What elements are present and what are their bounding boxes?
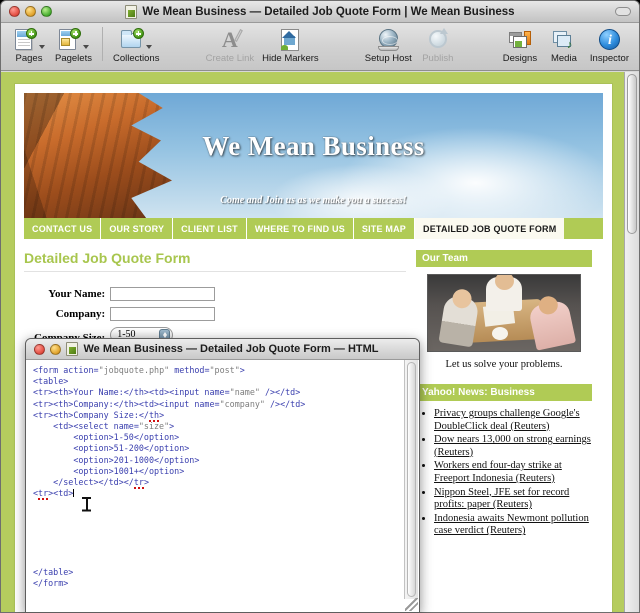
pages-icon: [13, 28, 37, 52]
collections-icon: [120, 28, 145, 52]
toolbar-toggle-button[interactable]: [615, 7, 631, 16]
toolbar-label-setup-host: Setup Host: [364, 53, 412, 64]
list-item: Workers end four-day strike at Freeport …: [434, 460, 592, 485]
code-window-resize-grip[interactable]: [405, 598, 418, 611]
news-link[interactable]: Privacy groups challenge Google's Double…: [434, 408, 580, 432]
nav-item-where-to-find-us[interactable]: WHERE TO FIND US: [247, 218, 354, 239]
toolbar-label-pages: Pages: [15, 53, 43, 64]
code-close-button[interactable]: [34, 343, 45, 355]
news-link[interactable]: Workers end four-day strike at Freeport …: [434, 460, 562, 484]
collections-dropdown-caret[interactable]: [146, 45, 153, 49]
code-zoom-button[interactable]: [66, 343, 77, 355]
publish-icon: [426, 28, 450, 52]
code-window-title: We Mean Business — Detailed Job Quote Fo…: [83, 343, 379, 355]
code-scrollbar-thumb[interactable]: [407, 362, 416, 597]
toolbar-label-hide-markers: Hide Markers: [262, 53, 319, 64]
your-name-input[interactable]: [110, 287, 216, 301]
list-item: Privacy groups challenge Google's Double…: [434, 408, 592, 433]
pagelets-dropdown-caret[interactable]: [83, 45, 90, 49]
window-traffic-lights: [9, 6, 52, 17]
toolbar-button-create-link[interactable]: A Create Link: [202, 25, 259, 65]
toolbar-separator-1: [101, 27, 103, 61]
news-list: Privacy groups challenge Google's Double…: [416, 408, 592, 538]
sidebar-heading-our-team: Our Team: [416, 250, 592, 267]
code-window-titlebar[interactable]: We Mean Business — Detailed Job Quote Fo…: [26, 339, 419, 360]
html-source-text[interactable]: <form action="jobquote.php" method="post…: [33, 365, 397, 589]
toolbar-button-hide-markers[interactable]: Hide Markers: [258, 25, 323, 64]
canvas-vertical-scrollbar[interactable]: [624, 72, 639, 612]
news-link[interactable]: Dow nears 13,000 on strong earnings (Reu…: [434, 434, 591, 458]
canvas-scrollbar-thumb[interactable]: [627, 74, 637, 234]
sidebar-column: Our Team Let us solve your problems. Yah…: [416, 250, 592, 539]
nav-item-contact-us[interactable]: CONTACT US: [24, 218, 102, 239]
toolbar-label-collections: Collections: [112, 53, 160, 64]
pages-dropdown-caret[interactable]: [39, 45, 45, 49]
window-title-group: We Mean Business — Detailed Job Quote Fo…: [1, 1, 639, 22]
toolbar-label-pagelets: Pagelets: [55, 53, 92, 64]
toolbar-label-publish: Publish: [422, 53, 454, 64]
toolbar-button-inspector[interactable]: i Inspector: [586, 25, 633, 64]
list-item: Dow nears 13,000 on strong earnings (Reu…: [434, 434, 592, 459]
site-tagline: Come and Join us as we make you a succes…: [220, 195, 407, 206]
nav-item-client-list[interactable]: CLIENT LIST: [173, 218, 247, 239]
list-item: Indonesia awaits Newmont pollution case …: [434, 513, 592, 538]
setup-host-icon: [376, 28, 400, 52]
company-input[interactable]: [110, 307, 216, 321]
team-photo-caption: Let us solve your problems.: [445, 359, 563, 370]
pagelets-icon: [57, 28, 82, 52]
nav-item-our-story[interactable]: OUR STORY: [101, 218, 174, 239]
news-link[interactable]: Nippon Steel, JFE set for record profits…: [434, 487, 569, 511]
hide-markers-icon: [278, 28, 302, 52]
toolbar-label-create-link: Create Link: [205, 53, 255, 64]
toolbar-label-designs: Designs: [502, 53, 538, 64]
media-icon: ♪: [552, 28, 576, 52]
list-item: Nippon Steel, JFE set for record profits…: [434, 487, 592, 512]
window-title: We Mean Business — Detailed Job Quote Fo…: [142, 5, 515, 18]
nav-filler: [565, 218, 603, 239]
toolbar-button-collections[interactable]: Collections: [109, 25, 163, 64]
create-link-icon: A: [218, 28, 243, 52]
sidebar-heading-yahoo-news: Yahoo! News: Business: [416, 384, 592, 401]
code-minimize-button[interactable]: [50, 343, 61, 355]
designs-icon: [508, 28, 532, 52]
document-icon: [125, 4, 138, 19]
minimize-button[interactable]: [25, 6, 36, 17]
toolbar-button-pagelets[interactable]: Pagelets: [51, 25, 96, 64]
toolbar-button-pages[interactable]: Pages: [7, 25, 51, 64]
label-your-name: Your Name:: [48, 288, 106, 300]
toolbar-button-publish[interactable]: Publish: [416, 25, 460, 64]
code-window-traffic-lights: [34, 343, 77, 355]
toolbar-label-media: Media: [550, 53, 577, 64]
toolbar-button-media[interactable]: ♪ Media: [542, 25, 586, 64]
form-row-your-name: Your Name:: [34, 284, 216, 304]
site-title: We Mean Business: [202, 131, 425, 161]
zoom-button[interactable]: [41, 6, 52, 17]
html-source-window: We Mean Business — Detailed Job Quote Fo…: [25, 338, 420, 613]
form-row-company: Company:: [34, 304, 216, 324]
team-photo: [427, 274, 581, 352]
inspector-icon: i: [597, 28, 621, 52]
close-button[interactable]: [9, 6, 20, 17]
code-vertical-scrollbar[interactable]: [404, 360, 418, 599]
nav-item-site-map[interactable]: SITE MAP: [354, 218, 416, 239]
news-link[interactable]: Indonesia awaits Newmont pollution case …: [434, 513, 589, 537]
toolbar-button-designs[interactable]: Designs: [498, 25, 542, 64]
page-heading: Detailed Job Quote Form: [24, 250, 406, 272]
code-editor-body[interactable]: <form action="jobquote.php" method="post…: [26, 360, 419, 612]
site-banner: We Mean Business Come and Join us as we …: [24, 93, 603, 218]
label-company: Company:: [55, 308, 106, 320]
site-navigation: CONTACT US OUR STORY CLIENT LIST WHERE T…: [24, 218, 603, 239]
nav-item-detailed-job-quote-form[interactable]: DETAILED JOB QUOTE FORM: [415, 218, 566, 239]
code-window-title-group: We Mean Business — Detailed Job Quote Fo…: [26, 339, 419, 359]
toolbar-label-inspector: Inspector: [589, 53, 629, 64]
toolbar-button-setup-host[interactable]: Setup Host: [361, 25, 416, 64]
main-toolbar: Pages Pagelets Collections A Create Link…: [1, 23, 639, 71]
window-titlebar[interactable]: We Mean Business — Detailed Job Quote Fo…: [1, 1, 639, 23]
